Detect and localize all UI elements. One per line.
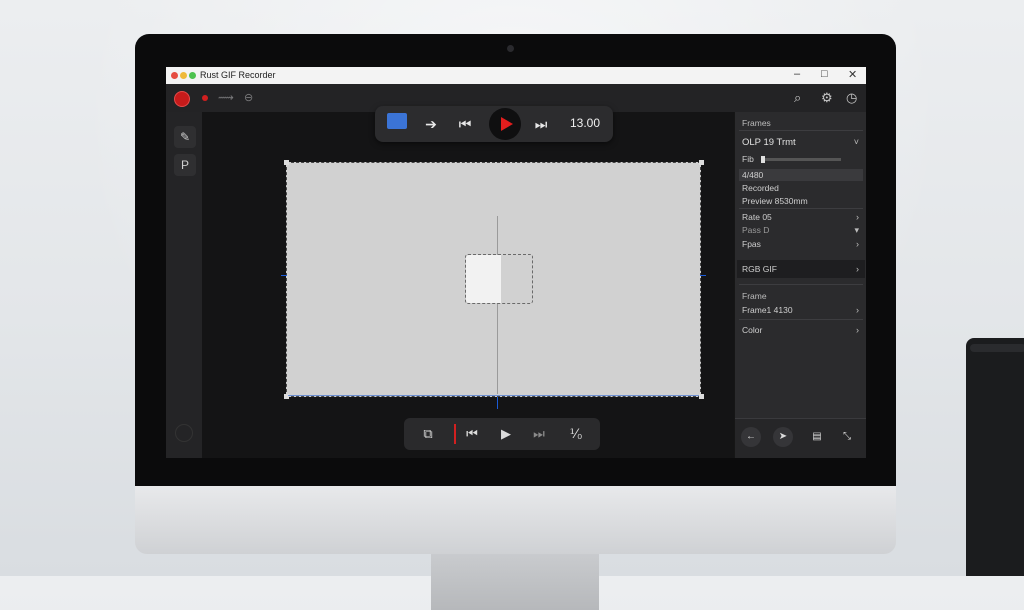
list-item[interactable]: Recorded xyxy=(742,183,779,193)
chevron-right-icon[interactable]: › xyxy=(856,325,859,335)
chevron-right-icon[interactable]: › xyxy=(856,239,859,249)
traffic-light-red[interactable] xyxy=(171,72,178,79)
minimize-button[interactable]: – xyxy=(794,68,800,80)
record-small-icon[interactable] xyxy=(202,95,208,101)
speaker-top xyxy=(970,344,1024,352)
divider xyxy=(739,319,863,320)
chevron-right-icon[interactable]: › xyxy=(856,212,859,222)
maximize-button[interactable]: □ xyxy=(821,68,828,80)
next-icon[interactable]: ⏭ xyxy=(531,114,551,134)
film-icon[interactable]: ▤ xyxy=(807,427,827,447)
divider xyxy=(739,284,863,285)
crop-icon[interactable]: ⤡ xyxy=(837,427,857,447)
section-header: Frame xyxy=(742,291,767,301)
text-tool-icon[interactable]: P xyxy=(174,154,196,176)
pointer-icon[interactable]: ➔ xyxy=(421,114,441,134)
frames-panel: Frames OLP 19 Trmt ˅ Fib 4/480 Recorded … xyxy=(734,112,866,458)
chevron-right-icon[interactable]: › xyxy=(856,264,859,274)
gear-icon[interactable]: ⚙ xyxy=(821,90,833,106)
floating-controls: ➔ ⏮ ⏭ 13.00 xyxy=(375,106,613,142)
resize-handle-tl[interactable] xyxy=(284,160,289,165)
previous-icon[interactable]: ⏮ xyxy=(455,114,475,134)
record-icon[interactable] xyxy=(174,91,190,107)
panel-header: Frames xyxy=(742,118,771,128)
slider-track[interactable] xyxy=(763,158,841,161)
list-item[interactable]: Rate 05 xyxy=(742,212,772,222)
chevron-right-icon[interactable]: › xyxy=(856,305,859,315)
selection-box[interactable] xyxy=(465,254,533,304)
pin-icon[interactable]: ⟿ xyxy=(218,91,234,104)
resize-handle-br[interactable] xyxy=(699,394,704,399)
help-icon[interactable] xyxy=(175,424,193,442)
forward-icon[interactable]: ➤ xyxy=(773,427,793,447)
divider xyxy=(739,208,863,209)
traffic-light-yellow[interactable] xyxy=(180,72,187,79)
center-line xyxy=(497,216,498,394)
export-label[interactable]: RGB GIF xyxy=(742,264,777,274)
pen-icon[interactable]: ✎ xyxy=(174,126,196,148)
play-icon xyxy=(501,117,513,131)
screen-mode-icon[interactable]: ⧉ xyxy=(418,425,438,443)
title-bar: Rust GIF Recorder – □ ✕ xyxy=(166,67,866,84)
screen-capture-icon[interactable] xyxy=(387,113,407,129)
chevron-down-icon[interactable]: ˅ xyxy=(854,137,859,147)
list-item[interactable]: Pass D xyxy=(742,225,769,235)
list-item[interactable]: Fpas xyxy=(742,239,761,249)
search-icon[interactable]: ⌕ xyxy=(794,90,801,106)
left-toolbar: ✎ P xyxy=(166,112,202,458)
clip-title: OLP 19 Trmt xyxy=(742,137,796,148)
divider xyxy=(739,130,863,131)
next-frame-icon[interactable]: ⏭ xyxy=(529,425,549,443)
speed-button[interactable]: ⅟₀ xyxy=(566,425,586,443)
resize-handle-tr[interactable] xyxy=(699,160,704,165)
bottom-controls: ⧉ ⏮ ▶ ⏭ ⅟₀ xyxy=(404,418,600,450)
elapsed-time: 13.00 xyxy=(570,116,601,130)
color-row[interactable]: Color xyxy=(742,325,762,335)
previous-frame-icon[interactable]: ⏮ xyxy=(462,425,482,443)
playhead-marker xyxy=(454,424,456,444)
center-guide-tick xyxy=(497,397,498,409)
list-item[interactable]: 4/480 xyxy=(742,170,763,180)
monitor-chin xyxy=(135,486,896,554)
play-icon[interactable]: ▶ xyxy=(496,425,516,443)
app-window: Rust GIF Recorder – □ ✕ ⟿ ⊖ ⌕ ⚙ ◷ ✎ P ➔ … xyxy=(166,67,866,458)
monitor-stand xyxy=(431,554,599,610)
slider-knob[interactable] xyxy=(761,156,765,163)
window-title: Rust GIF Recorder xyxy=(200,70,276,80)
left-guide-tick xyxy=(281,275,287,276)
panel-footer: ← ➤ ▤ ⤡ xyxy=(735,418,866,458)
clock-icon[interactable]: ◷ xyxy=(846,90,857,106)
frame-row[interactable]: Frame1 4130 xyxy=(742,305,793,315)
traffic-light-green[interactable] xyxy=(189,72,196,79)
desk-speaker xyxy=(966,338,1024,576)
bottom-guide-line xyxy=(288,395,699,396)
recording-stage: ➔ ⏮ ⏭ 13.00 ⧉ ⏮ ▶ ⏭ ⅟₀ xyxy=(202,106,734,458)
play-button[interactable] xyxy=(489,108,521,140)
list-item[interactable]: Preview 8530mm xyxy=(742,196,808,206)
close-button[interactable]: ✕ xyxy=(848,68,857,81)
slider-label: Fib xyxy=(742,154,754,164)
chevron-down-icon[interactable]: ▾ xyxy=(854,225,859,236)
back-icon[interactable]: ← xyxy=(741,427,761,447)
webcam-dot xyxy=(507,45,514,52)
right-guide-tick xyxy=(700,275,706,276)
settings-icon[interactable]: ⊖ xyxy=(244,91,253,104)
